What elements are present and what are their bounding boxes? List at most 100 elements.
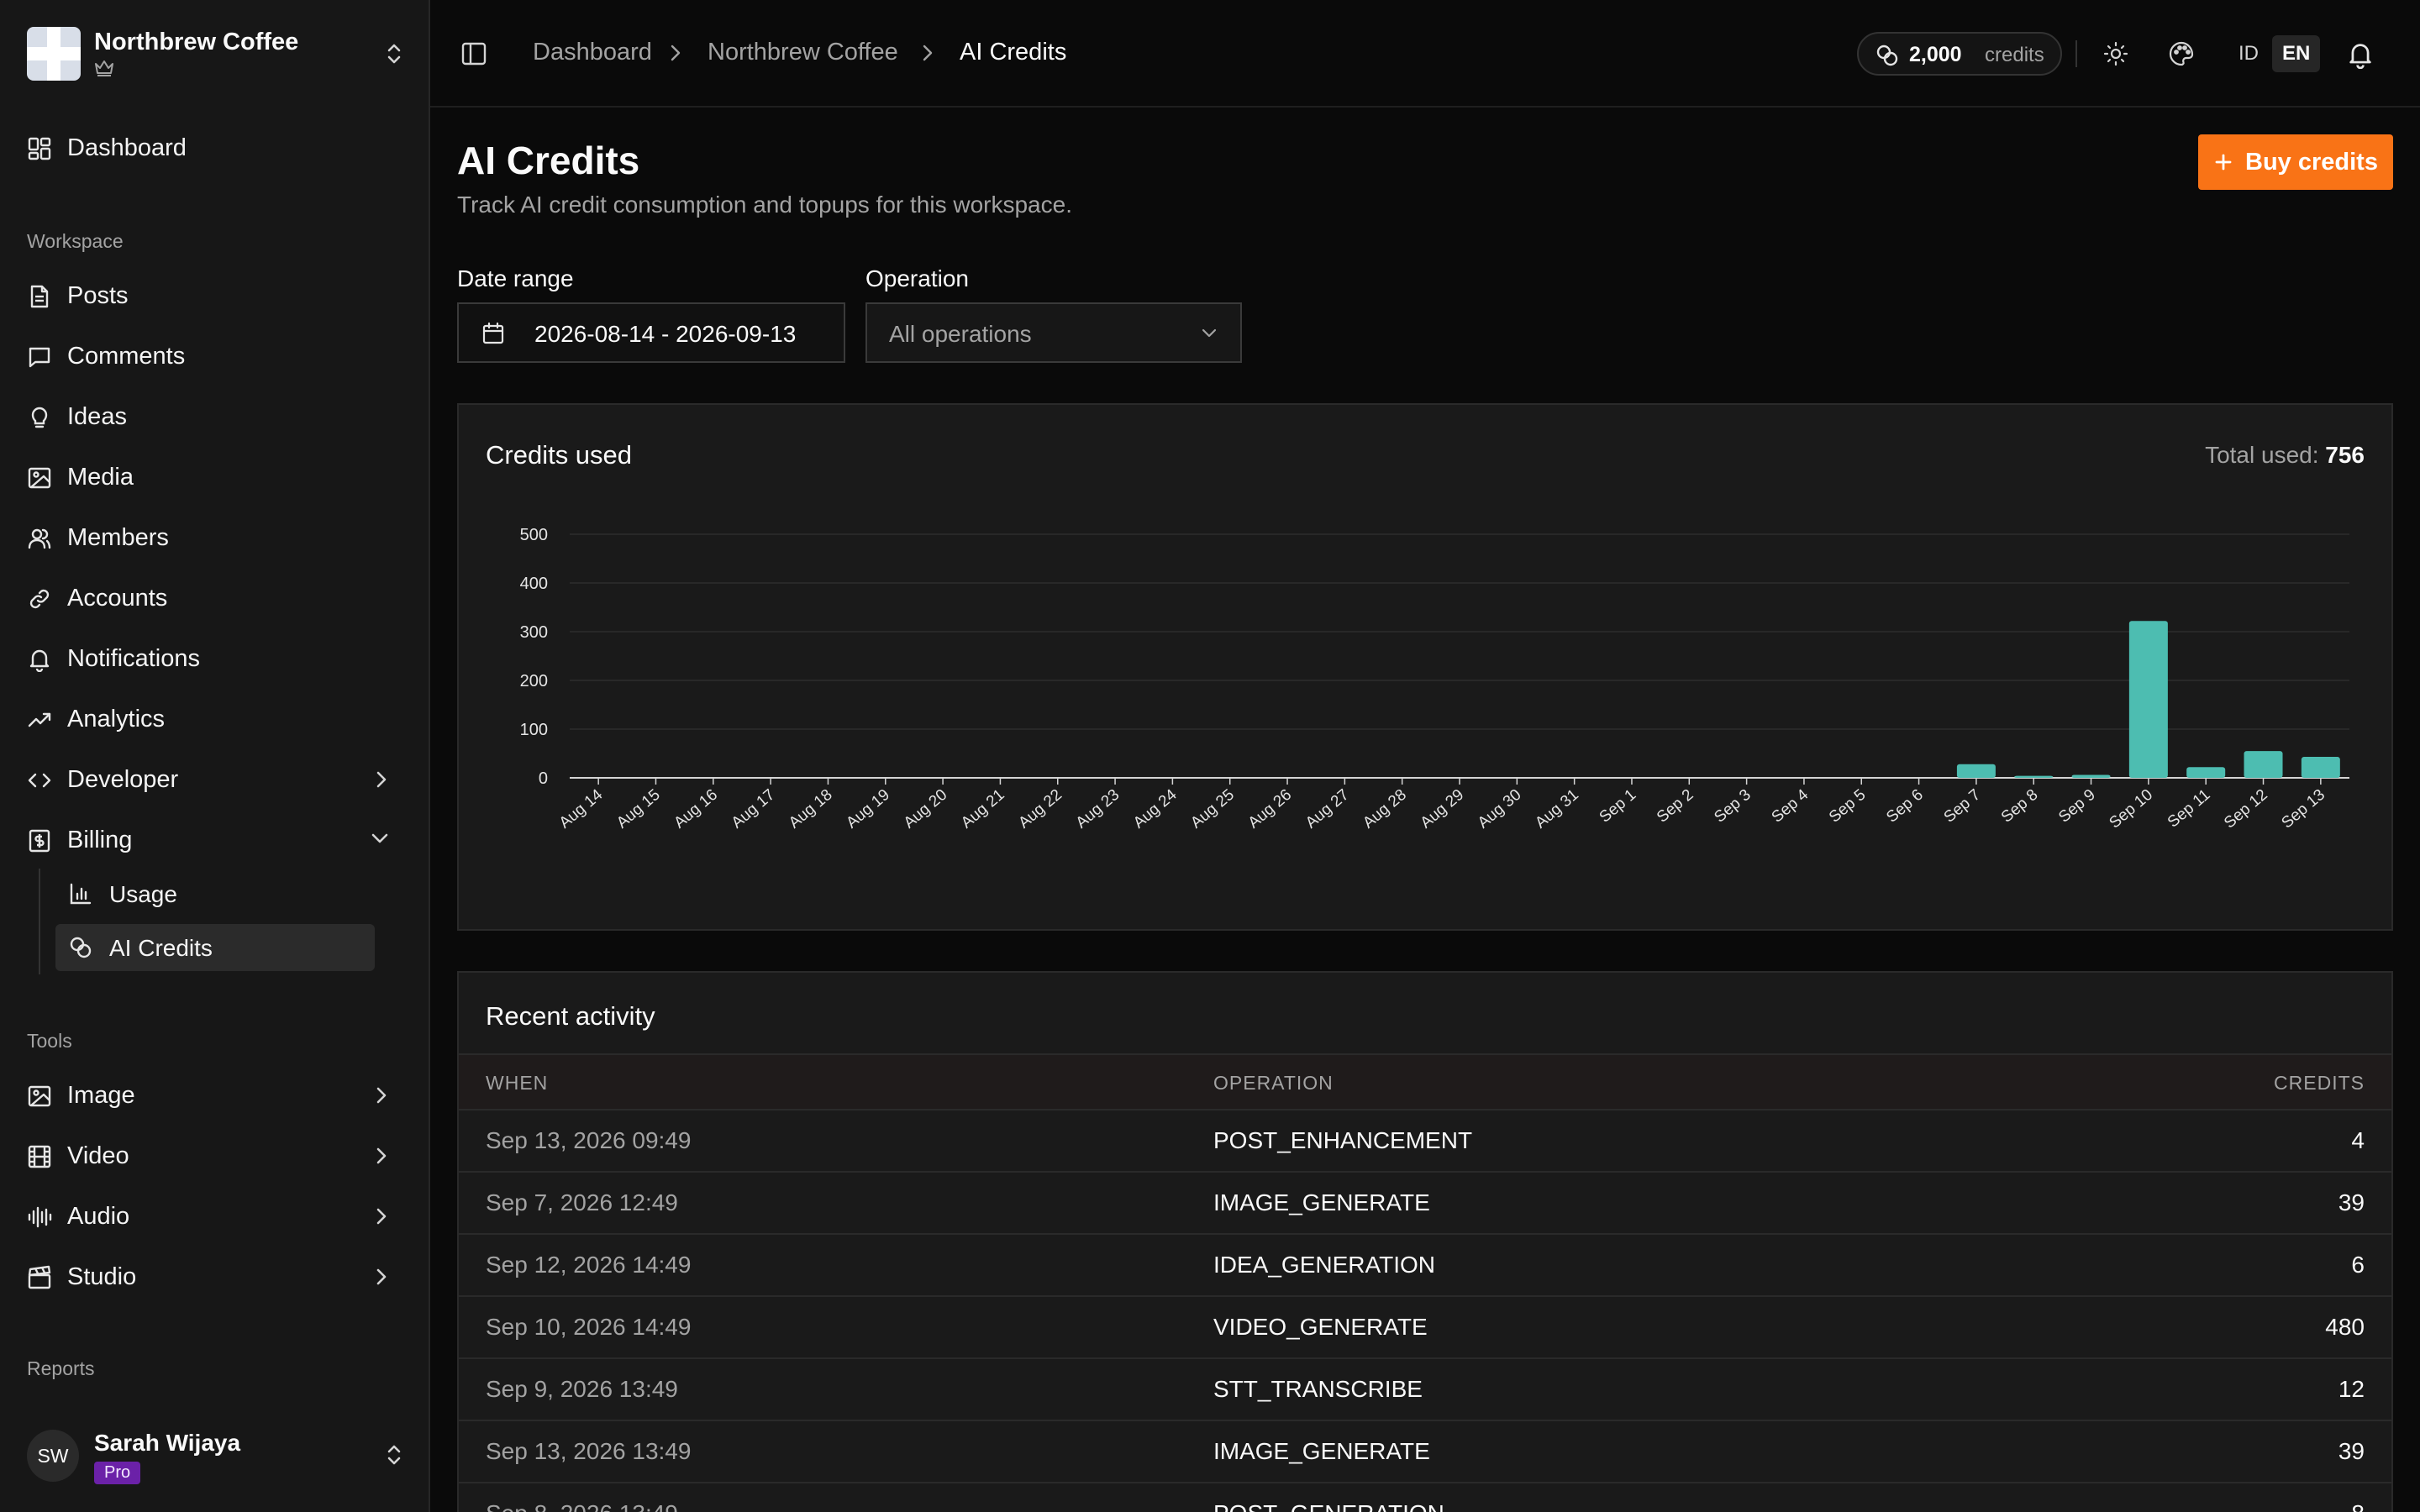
date-range-picker[interactable]: 2026-08-14 - 2026-09-13 [457, 302, 845, 363]
bar[interactable] [2244, 751, 2283, 778]
sidebar-item-analytics[interactable]: Analytics [13, 696, 410, 743]
sidebar-subitem-usage[interactable]: Usage [55, 870, 375, 917]
chevron-right-icon [671, 45, 681, 61]
user-menu[interactable]: SW Sarah Wijaya Pro [27, 1423, 403, 1490]
sidebar-item-comments[interactable]: Comments [13, 333, 410, 380]
language-en-button[interactable]: EN [2272, 35, 2321, 72]
layout-dashboard-icon [28, 137, 51, 160]
trending-up-icon [28, 712, 51, 727]
breadcrumb-current: AI Credits [960, 39, 1067, 66]
table-row: Sep 10, 2026 14:49 VIDEO_GENERATE 480 [459, 1297, 2391, 1359]
sidebar: Northbrew Coffee Dashboard Workspace Pos… [0, 0, 430, 1512]
bar[interactable] [2128, 621, 2168, 778]
sidebar-item-notifications[interactable]: Notifications [13, 635, 410, 682]
total-used: Total used: 756 [2205, 442, 2365, 469]
date-range-label: Date range [457, 265, 574, 291]
breadcrumb-workspace[interactable]: Northbrew Coffee [708, 39, 898, 66]
sidebar-item-accounts[interactable]: Accounts [13, 575, 410, 622]
cell-when: Sep 13, 2026 09:49 [486, 1127, 692, 1153]
sidebar-item-ideas[interactable]: Ideas [13, 393, 410, 440]
divider [2075, 40, 2077, 67]
sun-icon[interactable] [2102, 40, 2129, 67]
avatar: SW [27, 1430, 79, 1482]
user-name: Sarah Wijaya [94, 1430, 241, 1456]
cell-when: Sep 9, 2026 13:49 [486, 1376, 678, 1402]
breadcrumb-dashboard[interactable]: Dashboard [533, 39, 652, 66]
sidebar-item-studio[interactable]: Studio [13, 1253, 410, 1300]
bar[interactable] [2071, 774, 2111, 778]
workspace-logo [27, 27, 81, 81]
sidebar-item-media[interactable]: Media [13, 454, 410, 501]
cell-operation: VIDEO_GENERATE [1213, 1314, 1428, 1340]
y-tick-label: 0 [539, 769, 548, 788]
workspace-switcher[interactable]: Northbrew Coffee [27, 25, 403, 84]
sidebar-item-members[interactable]: Members [13, 514, 410, 561]
sidebar-item-label: Video [67, 1142, 129, 1169]
sidebar-item-developer[interactable]: Developer [13, 756, 410, 803]
x-tick-label: Aug 20 [901, 786, 951, 832]
clapperboard-icon [28, 1265, 51, 1289]
cell-when: Sep 12, 2026 14:49 [486, 1252, 692, 1278]
sidebar-item-dashboard[interactable]: Dashboard [13, 124, 410, 171]
chevron-down-icon [1202, 328, 1217, 338]
sidebar-toggle-icon[interactable] [460, 40, 487, 67]
x-tick-label: Sep 1 [1597, 786, 1640, 827]
language-id-button[interactable]: ID [2228, 35, 2269, 72]
bell-icon[interactable] [2346, 40, 2375, 69]
bar[interactable] [2014, 775, 2054, 778]
receipt-icon [29, 829, 50, 853]
image-icon [28, 467, 51, 489]
audio-lines-icon [28, 1206, 52, 1228]
sidebar-item-label: Audio [67, 1202, 130, 1230]
sidebar-item-posts[interactable]: Posts [13, 272, 410, 319]
date-range-value: 2026-08-14 - 2026-09-13 [534, 321, 797, 347]
sidebar-item-audio[interactable]: Audio [13, 1193, 410, 1240]
sidebar-item-billing[interactable]: Billing [13, 816, 410, 864]
x-tick-label: Aug 28 [1360, 786, 1410, 832]
bar[interactable] [2301, 757, 2340, 778]
sidebar-item-image[interactable]: Image [13, 1072, 410, 1119]
x-tick-label: Aug 27 [1302, 786, 1353, 832]
cell-when: Sep 7, 2026 12:49 [486, 1189, 678, 1215]
bell-icon [29, 649, 50, 672]
chart-title: Credits used [486, 440, 633, 470]
x-tick-label: Aug 16 [671, 786, 721, 832]
section-label-reports: Reports [27, 1357, 95, 1379]
x-tick-label: Sep 4 [1769, 785, 1812, 826]
x-tick-label: Aug 18 [786, 786, 836, 832]
bar[interactable] [1956, 764, 1996, 778]
chevron-right-icon [376, 1147, 387, 1164]
code-icon [28, 773, 51, 788]
credits-balance[interactable]: 2,000 credits [1857, 32, 2062, 76]
operation-select[interactable]: All operations [865, 302, 1242, 363]
sidebar-item-label: Studio [67, 1263, 137, 1290]
palette-icon[interactable] [2168, 40, 2195, 67]
x-tick-label: Sep 2 [1654, 786, 1697, 827]
bar[interactable] [2186, 767, 2226, 778]
cell-operation: POST_ENHANCEMENT [1213, 1127, 1473, 1153]
users-icon [28, 528, 51, 549]
sidebar-item-label: Posts [67, 281, 129, 309]
activity-title: Recent activity [486, 1001, 655, 1031]
buy-credits-button[interactable]: Buy credits [2198, 134, 2393, 190]
cell-credits: 6 [2351, 1252, 2365, 1278]
link-icon [29, 589, 50, 609]
sidebar-item-label: Billing [67, 826, 133, 853]
total-used-value: 756 [2325, 442, 2365, 468]
cell-operation: IMAGE_GENERATE [1213, 1189, 1430, 1215]
page-subtitle: Track AI credit consumption and topups f… [457, 192, 1072, 218]
chevron-right-icon [376, 1208, 387, 1225]
calendar-icon [482, 322, 504, 344]
x-tick-label: Aug 23 [1073, 786, 1123, 832]
cell-credits: 39 [2338, 1189, 2365, 1215]
x-tick-label: Aug 17 [729, 786, 779, 832]
crown-icon [95, 60, 113, 76]
submenu-guide-line [39, 869, 40, 974]
x-tick-label: Sep 5 [1826, 786, 1870, 827]
plan-badge: Pro [94, 1462, 141, 1484]
chevron-right-icon [376, 1268, 387, 1285]
x-tick-label: Sep 7 [1941, 786, 1985, 827]
sidebar-item-video[interactable]: Video [13, 1132, 410, 1179]
sidebar-subitem-ai-credits[interactable]: AI Credits [55, 924, 375, 971]
cell-credits: 12 [2338, 1376, 2365, 1402]
